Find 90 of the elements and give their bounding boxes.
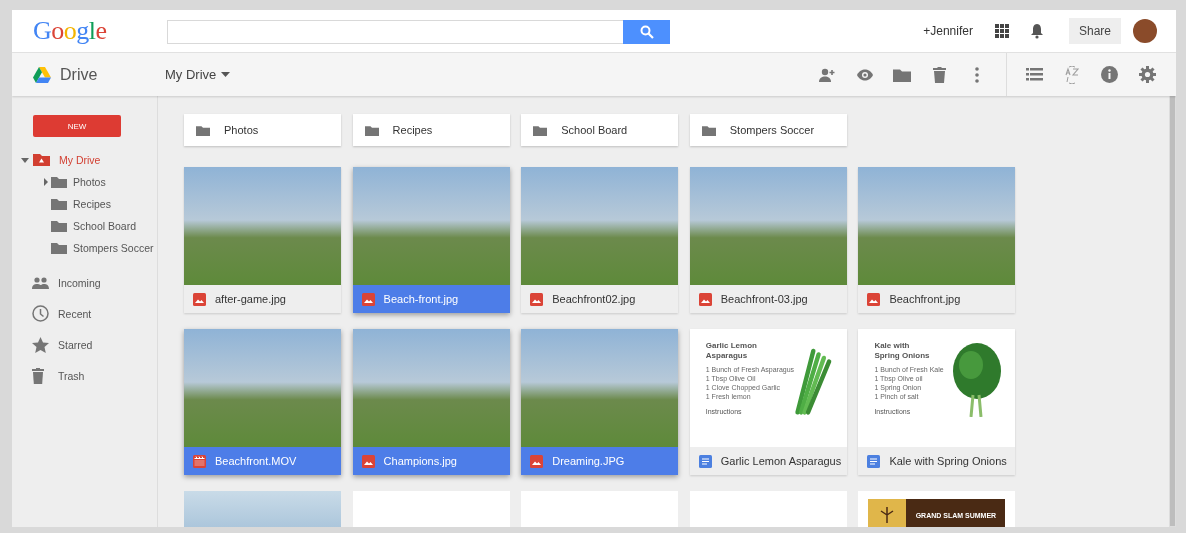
folder-icon <box>701 124 716 136</box>
file-name: Beachfront.jpg <box>889 293 961 305</box>
folder-name: Photos <box>224 124 259 136</box>
document-file-icon <box>867 454 881 468</box>
file-tile[interactable] <box>689 491 847 527</box>
expand-arrow-icon[interactable] <box>20 157 29 163</box>
folder-icon <box>196 124 210 136</box>
search-icon <box>639 25 654 39</box>
folder-name: School Board <box>561 124 628 136</box>
file-tile[interactable] <box>352 491 510 527</box>
drive-logo <box>33 66 51 83</box>
folder-card[interactable]: Photos <box>184 114 341 146</box>
file-name-bar[interactable]: Beachfront.jpg <box>858 285 1016 313</box>
trash-icon[interactable] <box>933 66 947 83</box>
file-name: Dreaming.JPG <box>552 455 625 467</box>
file-name: Garlic Lemon Asparagus <box>720 455 842 467</box>
file-name-bar[interactable]: Champions.jpg <box>352 447 510 475</box>
folder-icon <box>533 124 548 136</box>
sidebar-item[interactable]: Incoming <box>58 276 101 289</box>
file-name-bar[interactable]: Beach-front.jpg <box>352 285 510 313</box>
sidebar-item[interactable]: Recipes <box>73 198 111 210</box>
clock-icon <box>32 305 49 322</box>
folder-card[interactable]: Stompers Soccer <box>689 114 847 146</box>
folder-card[interactable]: School Board <box>521 114 679 146</box>
folder-icon <box>51 198 67 210</box>
video-file-icon <box>193 454 206 468</box>
avatar[interactable] <box>1133 19 1157 43</box>
image-file-icon <box>361 292 375 306</box>
google-logo[interactable]: Google <box>33 16 167 46</box>
settings-icon[interactable] <box>1138 66 1156 83</box>
more-icon[interactable] <box>975 66 980 83</box>
search-field[interactable] <box>167 20 623 44</box>
sidebar-item[interactable]: Starred <box>58 338 93 351</box>
file-name: Champions.jpg <box>383 455 457 467</box>
image-file-icon <box>867 292 881 306</box>
drive-folder-icon <box>33 154 50 166</box>
preview-icon[interactable] <box>855 68 874 81</box>
preview-title: Kale with Spring Onions <box>874 341 931 362</box>
location-dropdown[interactable]: My Drive <box>165 67 231 82</box>
folder-icon <box>364 124 379 136</box>
image-file-icon <box>361 454 375 468</box>
image-file-icon <box>530 292 544 306</box>
user-name[interactable]: +Jennifer <box>923 24 973 38</box>
folder-icon <box>51 176 67 188</box>
file-name-bar[interactable]: Beachfront-03.jpg <box>689 285 847 313</box>
sidebar-item[interactable]: Photos <box>73 176 106 188</box>
file-name-bar[interactable]: Dreaming.JPG <box>521 447 679 475</box>
file-name: after-game.jpg <box>215 293 286 305</box>
folder-icon <box>51 242 67 254</box>
new-button[interactable]: NEW <box>33 115 121 137</box>
image-file-icon <box>193 292 206 306</box>
search-button[interactable] <box>623 20 670 44</box>
file-name: Beachfront.MOV <box>215 455 297 467</box>
apps-icon[interactable] <box>994 24 1009 38</box>
sort-icon[interactable] <box>1065 65 1080 84</box>
file-name: Kale with Spring Onions <box>889 455 1007 467</box>
sidebar-item[interactable]: My Drive <box>59 154 101 166</box>
folder-icon[interactable] <box>893 67 912 82</box>
folder-icon <box>51 220 67 232</box>
trash-icon <box>32 367 44 384</box>
file-name: Beachfront02.jpg <box>552 293 636 305</box>
file-name-bar[interactable]: after-game.jpg <box>184 285 341 313</box>
image-file-icon <box>530 454 544 468</box>
image-file-icon <box>698 292 712 306</box>
file-name-bar[interactable]: Kale with Spring Onions <box>858 447 1016 475</box>
sidebar-item[interactable]: School Board <box>73 220 137 232</box>
app-name: Drive <box>60 65 99 84</box>
file-name-bar[interactable]: Garlic Lemon Asparagus <box>689 447 847 475</box>
collapse-arrow-icon[interactable] <box>43 178 48 186</box>
list-view-icon[interactable] <box>1026 68 1044 81</box>
add-person-icon[interactable] <box>818 67 837 82</box>
file-name-bar[interactable]: Beachfront.MOV <box>184 447 341 475</box>
sidebar-item[interactable]: Stompers Soccer <box>73 242 154 254</box>
file-tile[interactable] <box>521 491 679 527</box>
star-icon <box>32 336 49 353</box>
folder-card[interactable]: Recipes <box>352 114 510 146</box>
notifications-icon[interactable] <box>1030 23 1043 39</box>
folder-name: Stompers Soccer <box>729 124 815 136</box>
file-name: Beach-front.jpg <box>383 293 459 305</box>
share-button[interactable]: Share <box>1068 18 1121 44</box>
caret-icon <box>221 72 231 77</box>
folder-name: Recipes <box>392 124 433 136</box>
file-name-bar[interactable]: Beachfront02.jpg <box>521 285 679 313</box>
sidebar-item[interactable]: Recent <box>58 307 92 320</box>
preview-title: Garlic Lemon Asparagus <box>705 341 758 362</box>
file-name: Beachfront-03.jpg <box>720 293 808 305</box>
people-icon <box>32 276 49 289</box>
info-icon[interactable] <box>1101 66 1119 83</box>
sidebar-item[interactable]: Trash <box>58 369 85 382</box>
document-file-icon <box>698 454 712 468</box>
